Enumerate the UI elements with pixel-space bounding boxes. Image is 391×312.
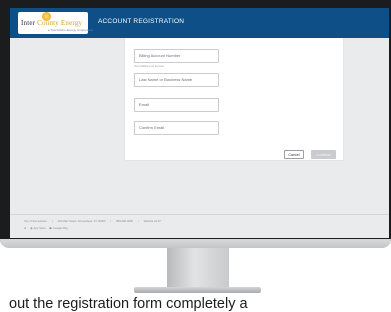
logo-tagline: a Touchstone Energy Cooperative <box>48 28 94 32</box>
footer-info: City of Somewhere | 123 Main Street, Somew… <box>24 220 161 223</box>
monitor-stand-base <box>134 287 261 293</box>
footer-divider <box>10 214 389 215</box>
logo-text-inter: Inter <box>21 19 36 27</box>
google-play-icon: ▶ <box>49 226 53 230</box>
billing-account-field[interactable]: Billing Account Number <box>134 49 219 63</box>
footer-org: City of Somewhere <box>24 220 47 223</box>
footer-app-links: ● ◈App Store ▶Google Play <box>24 226 68 230</box>
registration-form-card: Billing Account Number View bill/find yo… <box>125 38 343 160</box>
email-placeholder: Email <box>139 102 150 107</box>
logo-text-county: County Energy <box>37 19 83 27</box>
billing-account-hint-link[interactable]: View bill/find your account <box>134 65 164 68</box>
app-header: Inter County Energy a Touchstone Energy … <box>10 8 389 38</box>
monitor-chin <box>0 239 391 248</box>
billing-account-placeholder: Billing Account Number <box>139 53 181 58</box>
apple-icon: ◈ <box>30 226 33 230</box>
footer-version: Website 24.07 <box>143 220 161 223</box>
google-play-link[interactable]: Google Play <box>53 227 68 230</box>
accessibility-icon[interactable]: ● <box>24 226 26 230</box>
confirm-email-field[interactable]: Confirm Email <box>134 121 219 135</box>
footer-phone[interactable]: 859-000-0000 <box>116 220 133 223</box>
confirm-email-placeholder: Confirm Email <box>139 125 165 130</box>
caption-text: out the registration form completely a <box>9 296 248 312</box>
cancel-button[interactable]: Cancel <box>284 150 304 159</box>
monitor-bezel: Inter County Energy a Touchstone Energy … <box>0 0 391 247</box>
last-name-field[interactable]: Last Name or Business Name <box>134 73 219 87</box>
monitor-screen: Inter County Energy a Touchstone Energy … <box>10 8 389 238</box>
page-title: ACCOUNT REGISTRATION <box>98 18 185 25</box>
logo-wordmark: Inter County Energy <box>21 19 82 27</box>
last-name-placeholder: Last Name or Business Name <box>139 77 193 82</box>
footer-address: 123 Main Street, Somewhere, KY 00000 <box>57 220 106 223</box>
company-logo[interactable]: Inter County Energy a Touchstone Energy … <box>18 12 93 34</box>
email-field[interactable]: Email <box>134 98 219 112</box>
monitor-stand-neck <box>167 248 229 288</box>
continue-button[interactable]: Continue <box>311 150 336 159</box>
app-store-link[interactable]: App Store <box>34 227 46 230</box>
